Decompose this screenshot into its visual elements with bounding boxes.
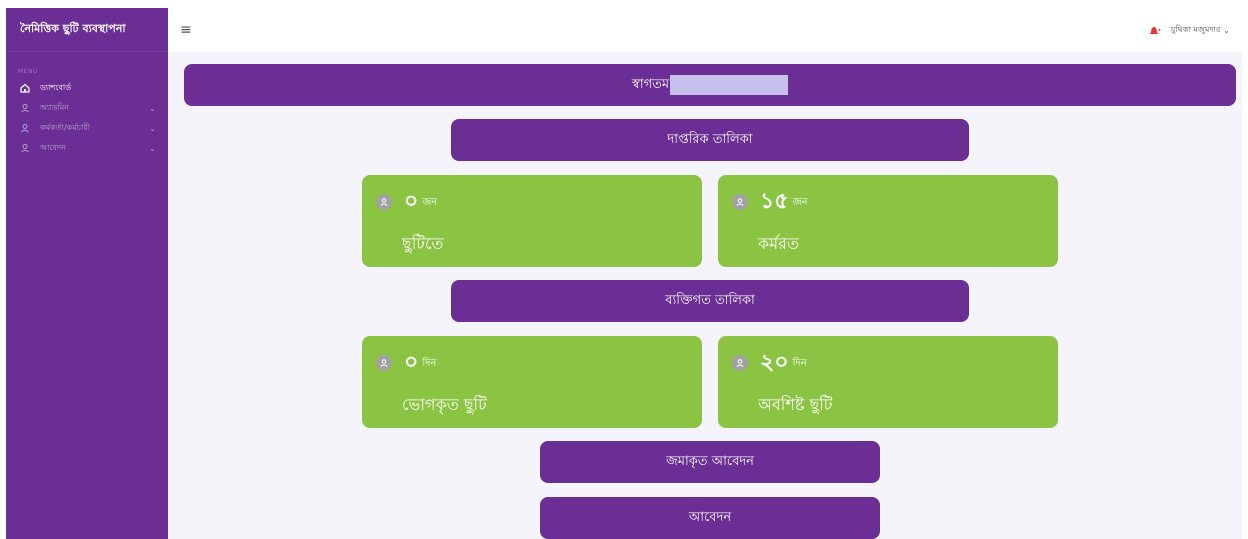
sidebar-item-label: অ্যাডমিন — [40, 102, 69, 112]
working-count: ১৫ — [760, 189, 789, 214]
user-icon — [732, 194, 748, 210]
menu-header: MENU — [18, 68, 38, 75]
leave-taken-card: ০ দিন ভোগকৃত ছুটি — [362, 336, 702, 428]
redacted-name — [670, 75, 789, 95]
sidebar-item-label: আবেদন — [40, 142, 66, 152]
user-icon — [732, 355, 748, 371]
on-leave-card: ০ জন ছুটিতে — [362, 175, 702, 267]
leave-taken-days: ০ — [404, 350, 419, 375]
hamburger-icon[interactable]: ≡ — [180, 22, 192, 38]
submitted-applications-label: জমাকৃত আবেদন — [666, 453, 754, 469]
brand-title: নৈমিত্তিক ছুটি ব্যবস্থাপনা — [6, 8, 168, 52]
chevron-down-icon: ⌄ — [1223, 25, 1230, 35]
sidebar-item-dashboard[interactable]: ড্যাশবোর্ড — [6, 78, 168, 98]
personal-list-button[interactable]: ব্যক্তিগত তালিকা — [451, 280, 969, 322]
sidebar-item-admin[interactable]: অ্যাডমিন ⌄ — [6, 98, 168, 118]
on-leave-count: ০ — [404, 189, 419, 214]
user-icon — [18, 103, 32, 113]
chevron-down-icon: ⌄ — [149, 123, 156, 133]
working-card: ১৫ জন কর্মরত — [718, 175, 1058, 267]
sidebar-item-label: ড্যাশবোর্ড — [40, 82, 72, 92]
leave-taken-caption: ভোগকৃত ছুটি — [402, 395, 487, 414]
chevron-down-icon: ⌄ — [149, 103, 156, 113]
user-menu[interactable]: যুথিকা মজুমদার ⌄ — [1171, 24, 1230, 37]
apply-button[interactable]: আবেদন — [540, 497, 880, 539]
leave-remaining-unit: দিন — [792, 358, 807, 369]
topbar-right: যুথিকা মজুমদার ⌄ — [1149, 24, 1230, 37]
user-icon — [376, 355, 392, 371]
submitted-applications-button[interactable]: জমাকৃত আবেদন — [540, 441, 880, 483]
leave-remaining-card: ২০ দিন অবশিষ্ট ছুটি — [718, 336, 1058, 428]
user-icon — [376, 194, 392, 210]
personal-list-label: ব্যক্তিগত তালিকা — [665, 292, 755, 308]
leave-remaining-caption: অবশিষ্ট ছুটি — [758, 395, 833, 414]
working-caption: কর্মরত — [758, 234, 799, 253]
main-content: স্বাগতম দাপ্তরিক তালিকা ০ জন ছুটিতে ১৫ জ… — [168, 52, 1242, 539]
sidebar: নৈমিত্তিক ছুটি ব্যবস্থাপনা MENU ড্যাশবোর… — [6, 8, 168, 539]
user-icon — [18, 123, 32, 133]
leave-remaining-days: ২০ — [760, 350, 789, 375]
user-icon — [18, 143, 32, 153]
welcome-banner: স্বাগতম — [184, 64, 1236, 106]
leave-taken-unit: দিন — [422, 358, 437, 369]
on-leave-unit: জন — [422, 197, 438, 208]
home-icon — [18, 83, 32, 93]
working-unit: জন — [792, 197, 808, 208]
apply-label: আবেদন — [688, 509, 732, 525]
sidebar-item-label: কর্মকর্তা/কর্মচারী — [40, 122, 91, 132]
username: যুথিকা মজুমদার — [1170, 24, 1221, 34]
topbar: ≡ যুথিকা মজুমদার ⌄ — [168, 8, 1242, 52]
office-list-button[interactable]: দাপ্তরিক তালিকা — [451, 119, 969, 161]
on-leave-caption: ছুটিতে — [402, 234, 444, 253]
welcome-text: স্বাগতম — [631, 76, 670, 92]
sidebar-item-staff[interactable]: কর্মকর্তা/কর্মচারী ⌄ — [6, 118, 168, 138]
chevron-down-icon: ⌄ — [149, 143, 156, 153]
bell-icon[interactable] — [1149, 25, 1161, 35]
sidebar-item-application[interactable]: আবেদন ⌄ — [6, 138, 168, 158]
office-list-label: দাপ্তরিক তালিকা — [667, 131, 753, 147]
